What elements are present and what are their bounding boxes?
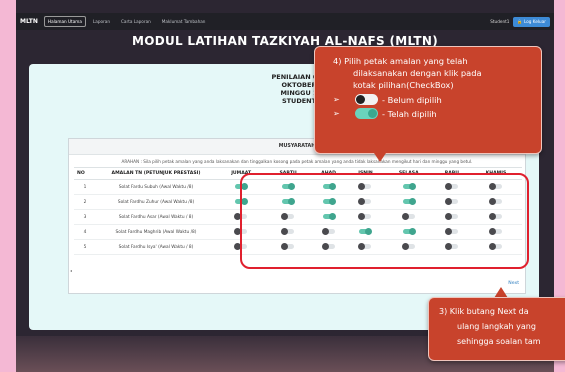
col-amalan: AMALAN TN (PETUNJUK PRESTASI) [96,167,216,180]
callout-step4-pointer [372,150,388,162]
row-number: 5 [74,239,96,255]
callout-step4-line2: dilaksanakan dengan klik pada [353,68,482,78]
callout-step3-line1: 3) Klik butang Next da [439,307,529,316]
toggle-on-example [355,108,378,119]
callout-step4-line1: 4) Pilih petak amalan yang telah [333,56,468,66]
toggle-off-example [355,94,378,105]
nav-report[interactable]: Laporan [89,16,114,27]
amalan-label: Solat Fardhu Asar (Awal Waktu / 8) [96,209,216,225]
row-number: 1 [74,179,96,195]
checkbox-highlight-frame [240,173,529,269]
lock-icon: 🔒 [517,18,523,24]
next-button[interactable]: Next [508,281,519,286]
logout-button[interactable]: 🔒 Log Keluar [513,16,550,27]
instruction-callout-step3: 3) Klik butang Next da ulang langkah yan… [428,297,565,361]
nav-report-chart[interactable]: Carta Laporan [117,16,155,27]
brand-logo[interactable]: MLTN [20,18,38,25]
callout-step3-line3: sehingga soalan tam [457,337,541,346]
callout-unselected-label: - Belum dipilih [382,94,442,105]
instruction-text: ARAHAN : Sila pilih petak amalan yang an… [121,159,473,164]
arrow-bullet-icon: ➢ [333,109,340,118]
amalan-label: Solat Fardhu Zuhur (Awal Waktu /8) [96,194,216,210]
callout-selected-label: - Telah dipilih [382,108,437,119]
nav-home[interactable]: Halaman Utama [43,16,86,27]
row-number: 2 [74,194,96,210]
top-navbar: MLTN Halaman Utama Laporan Carta Laporan… [16,13,554,30]
callout-step3-line2: ulang langkah yang [457,322,536,331]
callout-selected-row: ➢ - Telah dipilih [333,108,531,119]
amalan-label: Solat Fardhu Maghrib (Awal Waktu /8) [96,224,216,240]
arrow-bullet-icon: ➢ [333,95,340,104]
nav-additional-info[interactable]: Maklumat Tambahan [158,16,210,27]
amalan-label: Solat Fardu Subuh (Awal Waktu /8) [96,179,216,195]
row-number: 3 [74,209,96,225]
instruction-callout-step4: 4) Pilih petak amalan yang telah dilaksa… [314,46,542,154]
col-no: NO [74,167,96,180]
user-name: Student1 [490,19,510,24]
scroll-left-icon[interactable]: ◂ [70,268,72,273]
callout-unselected-row: ➢ - Belum dipilih [333,94,531,105]
row-number: 4 [74,224,96,240]
amalan-label: Solat Fardhu Isya' (Awal Waktu / 8) [96,239,216,255]
navbar-right: Student1 🔒 Log Keluar [490,16,550,27]
logout-label: Log Keluar [523,18,546,24]
callout-step4-line3: kotak pilihan(CheckBox) [353,80,454,90]
